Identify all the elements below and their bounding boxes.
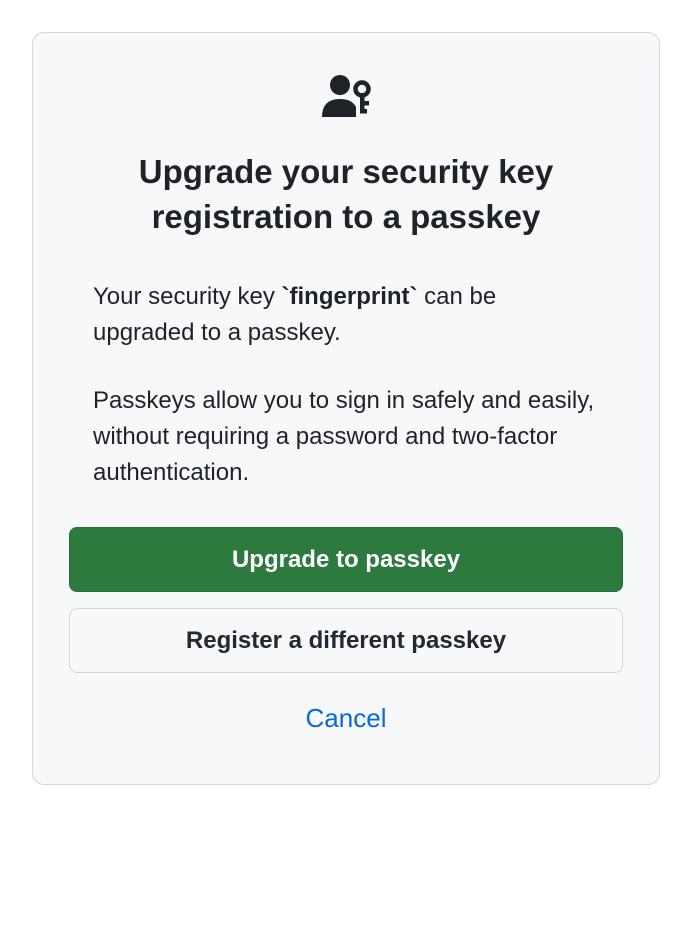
register-different-passkey-button[interactable]: Register a different passkey bbox=[69, 608, 623, 673]
upgrade-to-passkey-button[interactable]: Upgrade to passkey bbox=[69, 527, 623, 592]
passkey-icon bbox=[318, 73, 374, 126]
dialog-description-line1: Your security key `fingerprint` can be u… bbox=[93, 279, 599, 351]
security-key-name: `fingerprint` bbox=[282, 283, 418, 310]
dialog-body: Your security key `fingerprint` can be u… bbox=[69, 279, 623, 491]
dialog-title: Upgrade your security key registration t… bbox=[69, 150, 623, 239]
dialog-actions: Upgrade to passkey Register a different … bbox=[69, 527, 623, 748]
line1-prefix: Your security key bbox=[93, 283, 282, 310]
passkey-upgrade-dialog: Upgrade your security key registration t… bbox=[32, 32, 660, 785]
dialog-description-line2: Passkeys allow you to sign in safely and… bbox=[93, 383, 599, 491]
cancel-link[interactable]: Cancel bbox=[69, 689, 623, 748]
icon-wrapper bbox=[69, 73, 623, 126]
